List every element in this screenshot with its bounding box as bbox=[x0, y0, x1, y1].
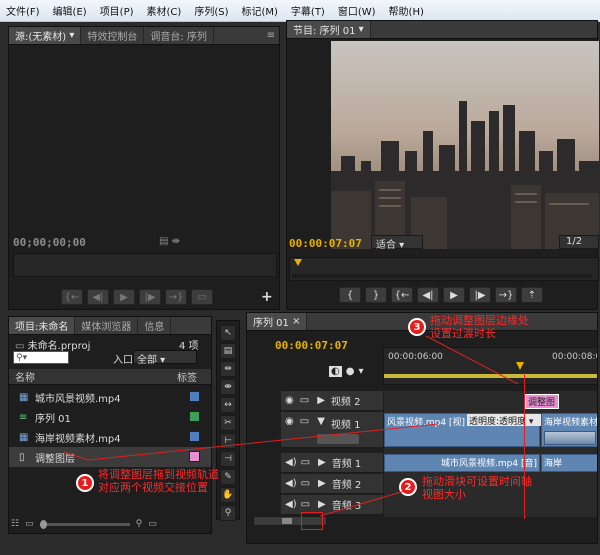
arrow-line-1 bbox=[87, 423, 439, 461]
annotation-arrows bbox=[63, 335, 519, 517]
arrow-line-2 bbox=[319, 489, 409, 517]
arrow-line-1b bbox=[63, 451, 89, 461]
arrow-line-3 bbox=[425, 335, 519, 385]
